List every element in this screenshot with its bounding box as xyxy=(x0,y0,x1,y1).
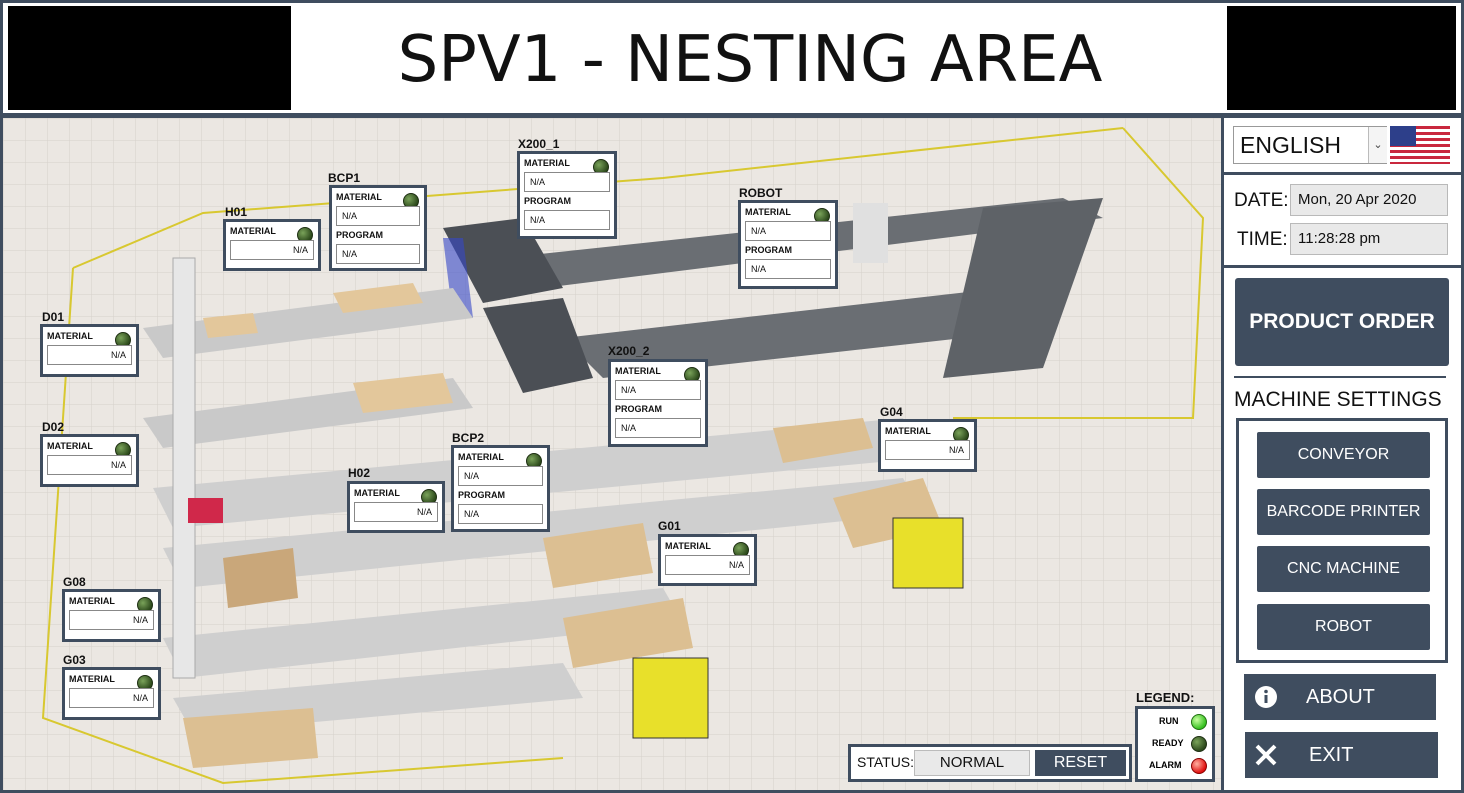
about-button[interactable]: ABOUT xyxy=(1244,674,1436,720)
sidebar-separator-2 xyxy=(1224,265,1464,268)
g08-label: G08 xyxy=(63,575,86,589)
legend-run-label: RUN xyxy=(1159,716,1179,726)
x200-1-panel: MATERIAL N/A PROGRAM N/A xyxy=(517,151,617,239)
material-value: N/A xyxy=(745,221,831,241)
status-value: NORMAL xyxy=(914,750,1030,776)
exit-button[interactable]: EXIT xyxy=(1245,732,1438,778)
run-indicator-icon xyxy=(1191,714,1207,730)
h01-panel: MATERIAL N/A xyxy=(223,219,321,271)
material-value: N/A xyxy=(69,610,154,630)
x200-1-label: X200_1 xyxy=(518,137,560,151)
program-label: PROGRAM xyxy=(458,490,505,500)
sidebar-separator-3 xyxy=(1234,376,1446,378)
bcp1-panel: MATERIAL N/A PROGRAM N/A xyxy=(329,185,427,271)
g03-label: G03 xyxy=(63,653,86,667)
d02-panel: MATERIAL N/A xyxy=(40,434,139,487)
chevron-down-icon[interactable]: ⌄ xyxy=(1368,127,1387,163)
g03-panel: MATERIAL N/A xyxy=(62,667,161,720)
h02-label: H02 xyxy=(348,466,371,480)
robot-panel: MATERIAL N/A PROGRAM N/A xyxy=(738,200,838,289)
d02-label: D02 xyxy=(42,420,65,434)
d01-label: D01 xyxy=(42,310,65,324)
status-bar: STATUS: NORMAL RESET xyxy=(848,744,1132,782)
sidebar-separator-1 xyxy=(1224,172,1464,175)
g04-panel: MATERIAL N/A xyxy=(878,419,977,472)
program-value: N/A xyxy=(458,504,543,524)
machine-settings-title: MACHINE SETTINGS xyxy=(1234,388,1442,411)
alarm-indicator-icon xyxy=(1191,758,1207,774)
x200-2-panel: MATERIAL N/A PROGRAM N/A xyxy=(608,359,708,447)
material-value: N/A xyxy=(665,555,750,575)
robot-label: ROBOT xyxy=(739,186,783,200)
status-label: STATUS: xyxy=(857,754,915,770)
program-label: PROGRAM xyxy=(336,230,383,240)
legend-title: LEGEND: xyxy=(1136,690,1195,705)
d01-panel: MATERIAL N/A xyxy=(40,324,139,377)
time-label: TIME: xyxy=(1237,229,1288,250)
logo-left-redacted xyxy=(8,6,291,110)
close-icon xyxy=(1255,744,1277,766)
bcp2-panel: MATERIAL N/A PROGRAM N/A xyxy=(451,445,550,532)
date-label: DATE: xyxy=(1234,190,1289,211)
product-order-button[interactable]: PRODUCT ORDER xyxy=(1235,278,1449,366)
sidebar-divider xyxy=(1221,118,1224,790)
program-label: PROGRAM xyxy=(524,196,571,206)
barcode-printer-button[interactable]: BARCODE PRINTER xyxy=(1257,489,1430,535)
program-value: N/A xyxy=(524,210,610,230)
material-value: N/A xyxy=(354,502,438,522)
g04-label: G04 xyxy=(880,405,903,419)
robot-button[interactable]: ROBOT xyxy=(1257,604,1430,650)
material-value: N/A xyxy=(230,240,314,260)
material-value: N/A xyxy=(458,466,543,486)
h01-label: H01 xyxy=(225,205,248,219)
bcp2-label: BCP2 xyxy=(452,431,485,445)
program-value: N/A xyxy=(615,418,701,438)
h02-panel: MATERIAL N/A xyxy=(347,481,445,533)
program-label: PROGRAM xyxy=(615,404,662,414)
g01-label: G01 xyxy=(658,519,681,533)
material-value: N/A xyxy=(336,206,420,226)
program-value: N/A xyxy=(745,259,831,279)
program-value: N/A xyxy=(336,244,420,264)
bcp1-label: BCP1 xyxy=(328,171,361,185)
conveyor-button[interactable]: CONVEYOR xyxy=(1257,432,1430,478)
material-value: N/A xyxy=(47,455,132,475)
time-field: 11:28:28 pm xyxy=(1290,223,1448,255)
material-value: N/A xyxy=(47,345,132,365)
material-value: N/A xyxy=(69,688,154,708)
exit-label: EXIT xyxy=(1309,744,1354,766)
material-value: N/A xyxy=(615,380,701,400)
about-label: ABOUT xyxy=(1306,686,1375,708)
g01-panel: MATERIAL N/A xyxy=(658,534,757,586)
material-value: N/A xyxy=(885,440,970,460)
page-title: SPV1 - NESTING AREA xyxy=(397,23,1103,97)
language-select[interactable]: ENGLISH xyxy=(1233,126,1387,164)
legend-box: RUN READY ALARM xyxy=(1135,706,1215,782)
info-icon xyxy=(1255,686,1277,708)
reset-button[interactable]: RESET xyxy=(1035,750,1126,776)
material-value: N/A xyxy=(524,172,610,192)
x200-2-label: X200_2 xyxy=(608,344,650,358)
us-flag-icon xyxy=(1390,126,1450,164)
legend-ready-label: READY xyxy=(1152,738,1184,748)
legend-alarm-label: ALARM xyxy=(1149,760,1182,770)
program-label: PROGRAM xyxy=(745,245,792,255)
logo-right-redacted xyxy=(1227,6,1456,110)
cnc-machine-button[interactable]: CNC MACHINE xyxy=(1257,546,1430,592)
ready-indicator-icon xyxy=(1191,736,1207,752)
g08-panel: MATERIAL N/A xyxy=(62,589,161,642)
date-field: Mon, 20 Apr 2020 xyxy=(1290,184,1448,216)
